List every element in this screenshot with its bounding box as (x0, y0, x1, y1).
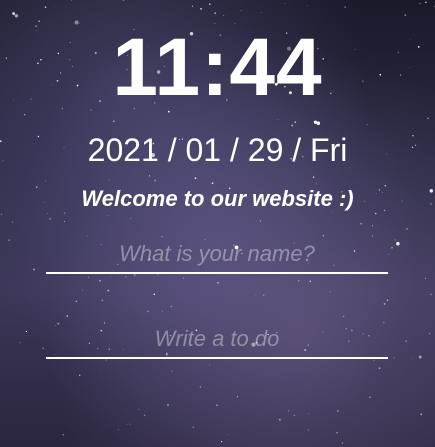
welcome-message: Welcome to our website :) (81, 186, 354, 211)
todo-input[interactable] (46, 321, 388, 359)
clock: 11:44 (112, 22, 323, 113)
date-display: 2021 / 01 / 29 / Fri (87, 132, 348, 168)
momentum-page: 11:44 2021 / 01 / 29 / Fri Welcome to ou… (0, 0, 435, 447)
name-input[interactable] (46, 236, 388, 274)
